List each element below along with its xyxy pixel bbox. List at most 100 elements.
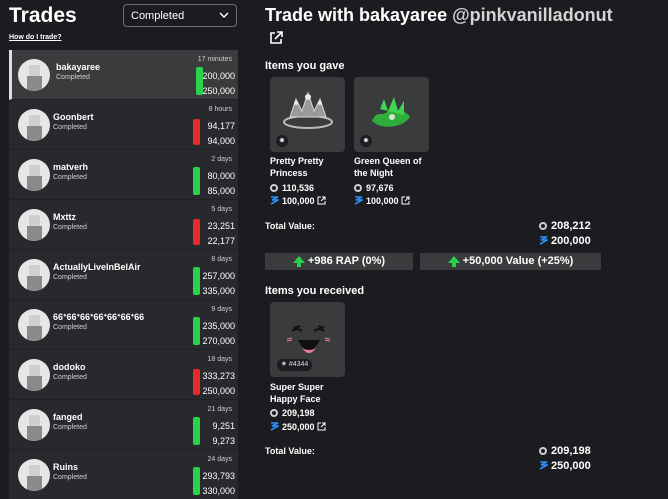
trade-time: 18 days	[207, 356, 232, 363]
trade-row[interactable]: fanged Completed 21 days 9,251 9,273	[9, 400, 238, 450]
trade-status: Completed	[53, 224, 87, 231]
item-thumbnail[interactable]: ✷	[270, 77, 345, 152]
item-rap: 209,198	[270, 408, 315, 418]
item-name[interactable]: Pretty Pretty Princess	[270, 155, 350, 179]
rap-icon	[270, 409, 278, 417]
item-value: 100,000	[354, 196, 410, 206]
item-value-amount: 100,000	[366, 196, 399, 206]
trade-get-value: 250,000	[202, 86, 235, 96]
trade-time: 8 hours	[208, 106, 232, 113]
trade-status: Completed	[53, 374, 87, 381]
status-filter-value: Completed	[131, 10, 185, 22]
item-thumbnail[interactable]: ✷ #4344	[270, 302, 345, 377]
total-value-amount: 200,000	[551, 235, 591, 247]
item-name[interactable]: Super Super Happy Face	[270, 381, 350, 405]
value-bar	[193, 219, 200, 245]
trade-row[interactable]: ActuallyLiveInBelAir Completed 8 days 257,0…	[9, 250, 238, 300]
how-to-trade-link[interactable]: How do I trade?	[9, 34, 62, 41]
trade-give-value: 200,000	[202, 71, 235, 81]
trade-get-value: 9,273	[212, 436, 235, 446]
chevron-down-icon	[219, 12, 229, 18]
trades-panel: Trades Completed How do I trade? bakayar…	[0, 0, 246, 499]
trade-list: bakayaree Completed 17 minutes 200,000 250,0…	[9, 50, 238, 499]
item-value: 100,000	[270, 196, 326, 206]
trade-get-value: 330,000	[202, 486, 235, 496]
rap-icon	[354, 184, 362, 192]
item-name[interactable]: Green Queen of the Night	[354, 155, 434, 179]
trade-status: Completed	[53, 174, 87, 181]
trade-status: Completed	[53, 324, 87, 331]
trade-partner-name: Trade with bakayaree	[265, 5, 448, 25]
trade-get-value: 94,000	[207, 136, 235, 146]
value-icon	[354, 196, 363, 205]
avatar	[18, 59, 50, 91]
total-rap-value: 209,198	[551, 445, 591, 457]
avatar	[18, 409, 50, 441]
trade-row[interactable]: Goonbert Completed 8 hours 94,177 94,000	[9, 100, 238, 150]
trade-row[interactable]: matverh Completed 2 days 80,000 85,000	[9, 150, 238, 200]
status-filter-select[interactable]: Completed	[123, 4, 237, 27]
value-bar	[193, 167, 200, 195]
avatar	[18, 459, 50, 491]
limited-badge: ✷	[360, 135, 372, 147]
trade-get-value: 85,000	[207, 186, 235, 196]
value-bar	[193, 317, 200, 345]
trade-time: 21 days	[207, 406, 232, 413]
rap-icon	[539, 222, 547, 230]
trade-row[interactable]: dodoko Completed 18 days 333,273 250,000	[9, 350, 238, 400]
trade-time: 17 minutes	[197, 56, 232, 63]
trade-partner-handle[interactable]: @pinkvanilladonut	[452, 5, 613, 25]
value-bar	[193, 267, 200, 295]
avatar	[18, 309, 50, 341]
item-value: 250,000	[270, 422, 326, 432]
trade-username: 66ᐩ66ᐩ66ᐩ66ᐩ66ᐩ66ᐩ66	[53, 312, 145, 322]
trade-row[interactable]: Ruins Completed 24 days 293,793 330,000	[9, 450, 238, 499]
trade-status: Completed	[53, 474, 87, 481]
item-rap-value: 110,536	[282, 183, 315, 193]
serial-badge: ✷ #4344	[277, 359, 313, 371]
rap-diff-badge: +986 RAP (0%)	[265, 253, 413, 270]
value-bar	[193, 467, 200, 495]
value-icon	[270, 196, 279, 205]
trade-row[interactable]: 66ᐩ66ᐩ66ᐩ66ᐩ66ᐩ66ᐩ66 Completed 9 days 235,0…	[9, 300, 238, 350]
trade-give-value: 9,251	[212, 421, 235, 431]
value-icon	[270, 422, 279, 431]
rap-diff-text: +986 RAP (0%)	[307, 255, 386, 267]
external-link-icon[interactable]	[268, 30, 284, 46]
total-value: 250,000	[539, 460, 591, 472]
trades-title: Trades	[9, 4, 77, 27]
trade-status: Completed	[56, 74, 90, 81]
avatar	[18, 209, 50, 241]
arrow-up-icon	[292, 256, 305, 267]
value-bar	[193, 119, 200, 145]
trade-time: 8 days	[211, 256, 232, 263]
external-link-icon[interactable]	[317, 196, 326, 205]
item-thumbnail[interactable]: ✷	[354, 77, 429, 152]
total-value-amount: 250,000	[551, 460, 591, 472]
external-link-icon[interactable]	[317, 422, 326, 431]
trade-username: dodoko	[53, 362, 86, 372]
sparkle-icon: ✷	[281, 361, 287, 368]
trade-status: Completed	[53, 124, 87, 131]
item-rap: 97,676	[354, 183, 394, 193]
item-rap-value: 97,676	[366, 183, 394, 193]
trade-username: fanged	[53, 412, 83, 422]
trade-give-value: 293,793	[202, 471, 235, 481]
value-bar	[193, 417, 200, 445]
trade-give-value: 333,273	[202, 371, 235, 381]
trade-status: Completed	[53, 424, 87, 431]
trade-get-value: 22,177	[207, 236, 235, 246]
trade-get-value: 270,000	[202, 336, 235, 346]
external-link-icon[interactable]	[401, 196, 410, 205]
value-bar	[193, 369, 200, 395]
items-gave-heading: Items you gave	[265, 60, 345, 72]
trade-row[interactable]: bakayaree Completed 17 minutes 200,000 250,0…	[9, 50, 238, 100]
avatar	[18, 109, 50, 141]
trade-row[interactable]: Mxttz Completed 5 days 23,251 22,177	[9, 200, 238, 250]
trade-get-value: 250,000	[202, 386, 235, 396]
trade-username: matverh	[53, 162, 89, 172]
value-diff-text: +50,000 Value (+25%)	[462, 255, 574, 267]
arrow-up-icon	[447, 256, 460, 267]
avatar	[18, 259, 50, 291]
item-rap-value: 209,198	[282, 408, 315, 418]
